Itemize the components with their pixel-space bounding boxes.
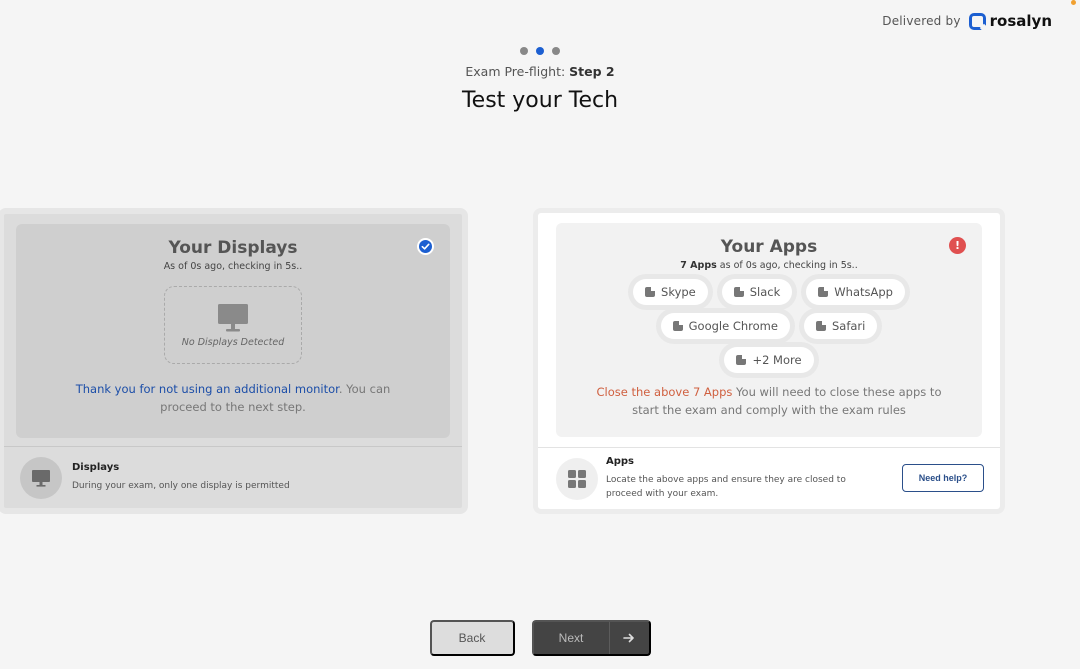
- apps-footer-icon-wrap: [556, 457, 598, 500]
- displays-message: Thank you for not using an additional mo…: [68, 380, 398, 416]
- displays-panel: Your Displays As of 0s ago, checking in …: [16, 224, 450, 438]
- next-button-label: Next: [558, 631, 584, 645]
- next-button[interactable]: Next: [531, 620, 651, 656]
- apps-card: Your Apps 7 Apps as of 0s ago, checking …: [533, 208, 1005, 514]
- exclamation-icon: !: [949, 237, 966, 254]
- app-chip: Slack: [721, 279, 793, 305]
- app-icon: [733, 287, 744, 297]
- apps-footer-desc: Locate the above apps and ensure they ar…: [606, 475, 846, 499]
- app-icon: [672, 321, 683, 331]
- grid-icon: [568, 469, 586, 488]
- displays-footer: Displays During your exam, only one disp…: [4, 446, 462, 508]
- apps-chip-row-3: +2 More: [724, 347, 814, 373]
- check-icon: [417, 238, 434, 255]
- apps-title: Your Apps: [720, 237, 818, 257]
- no-displays-box: No Displays Detected: [164, 286, 302, 364]
- app-chip: Google Chrome: [660, 313, 790, 339]
- notification-dot: [1071, 0, 1076, 5]
- rosalyn-logo-icon: [968, 12, 986, 30]
- no-displays-label: No Displays Detected: [181, 336, 285, 348]
- arrow-right-icon: [608, 622, 649, 654]
- brand-name: rosalyn: [989, 12, 1052, 30]
- displays-footer-desc: During your exam, only one display is pe…: [72, 481, 290, 491]
- step-dot-3: [552, 47, 560, 55]
- app-icon: [736, 355, 747, 365]
- page-subtitle: Exam Pre-flight: Step 2: [0, 64, 1080, 79]
- displays-footer-icon-wrap: [20, 456, 62, 499]
- apps-status-rest: as of 0s ago, checking in 5s..: [716, 260, 858, 271]
- app-icon: [818, 287, 829, 297]
- apps-message-highlight: Close the above 7 Apps: [596, 385, 733, 399]
- displays-message-highlight: Thank you for not using an additional mo…: [75, 382, 339, 396]
- apps-chip-row-1: Skype Slack WhatsApp: [633, 279, 905, 305]
- back-button[interactable]: Back: [429, 620, 515, 656]
- apps-footer-title: Apps: [606, 456, 635, 467]
- apps-chip-list: Skype Slack WhatsApp Google Chrome Safar…: [556, 279, 982, 373]
- monitor-icon: [218, 303, 248, 331]
- step-dot-2: [536, 47, 544, 55]
- need-help-button[interactable]: Need help?: [902, 464, 984, 492]
- apps-message: Close the above 7 Apps You will need to …: [594, 383, 944, 419]
- app-chip: Skype: [633, 279, 708, 305]
- apps-chip-row-2: Google Chrome Safari: [660, 313, 878, 339]
- subtitle-prefix: Exam Pre-flight:: [465, 64, 566, 79]
- displays-title: Your Displays: [168, 238, 298, 258]
- delivered-by-label: Delivered by: [882, 14, 961, 28]
- apps-count: 7 Apps: [680, 260, 717, 271]
- displays-card: Your Displays As of 0s ago, checking in …: [0, 208, 468, 514]
- step-dot-1: [520, 47, 528, 55]
- apps-status-text: 7 Apps as of 0s ago, checking in 5s..: [556, 260, 982, 271]
- brand: Delivered by rosalyn: [882, 12, 1052, 30]
- app-icon: [645, 287, 656, 297]
- step-indicator: [0, 47, 1080, 55]
- step-navigation: Back Next: [0, 620, 1080, 656]
- app-chip: WhatsApp: [806, 279, 905, 305]
- page-title: Test your Tech: [461, 88, 619, 113]
- monitor-icon: [32, 469, 50, 487]
- app-icon: [815, 321, 826, 331]
- displays-status-text: As of 0s ago, checking in 5s..: [163, 261, 303, 272]
- rosalyn-logo: rosalyn: [968, 12, 1052, 30]
- apps-footer: Apps Locate the above apps and ensure th…: [538, 447, 1000, 509]
- displays-footer-title: Displays: [72, 462, 120, 473]
- app-chip: Safari: [803, 313, 878, 339]
- apps-panel: Your Apps 7 Apps as of 0s ago, checking …: [556, 223, 982, 437]
- subtitle-step: Step 2: [569, 64, 615, 79]
- more-apps-chip[interactable]: +2 More: [724, 347, 814, 373]
